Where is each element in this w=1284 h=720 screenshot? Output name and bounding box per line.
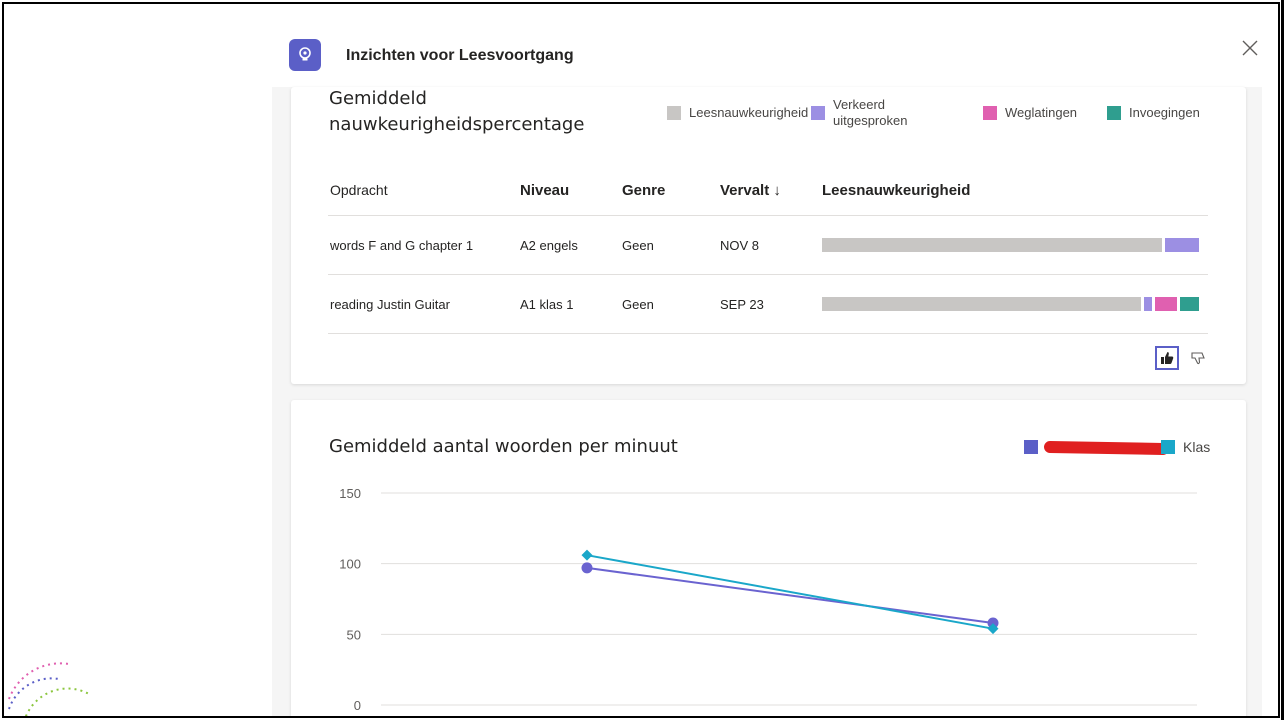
thumbs-down-button[interactable] [1189, 349, 1207, 367]
y-tick-label: 150 [339, 486, 361, 501]
accuracy-card-title: Gemiddeld nauwkeurigheidspercentage [329, 88, 585, 135]
thumbs-down-icon [1191, 352, 1205, 365]
level-value: A2 engels [520, 237, 578, 253]
accuracy-bar[interactable] [822, 297, 1202, 311]
legend-swatch [811, 106, 825, 120]
column-header-level[interactable]: Niveau [520, 182, 622, 199]
table-row[interactable]: words F and G chapter 1 A2 engels Geen N… [328, 216, 1208, 275]
column-header-due[interactable]: Vervalt ↓ [720, 182, 822, 199]
legend-swatch [667, 105, 681, 120]
y-tick-label: 0 [354, 698, 361, 713]
accuracy-bar[interactable] [822, 238, 1202, 252]
data-point [581, 562, 593, 574]
genre-value: Geen [622, 296, 654, 312]
assignment-name: words F and G chapter 1 [330, 237, 474, 253]
accuracy-segment-omissions [1155, 297, 1178, 311]
y-tick-label: 100 [339, 557, 361, 572]
legend-item-accuracy: Leesnauwkeurigheid [667, 105, 808, 120]
legend-label: Leesnauwkeurigheid [689, 105, 809, 120]
accuracy-segment-mispronounced [1165, 238, 1199, 252]
wpm-line-chart: 050100150SEP 23NOV 8 [339, 486, 1197, 713]
legend-swatch [1107, 105, 1121, 120]
series-line [586, 554, 994, 630]
column-header-genre[interactable]: Genre [622, 182, 720, 199]
column-header-assignment[interactable]: Opdracht [328, 182, 520, 198]
level-value: A1 klas 1 [520, 296, 574, 312]
series-line [586, 566, 994, 625]
wpm-card: Gemiddeld aantal woorden per minuut D Kl… [291, 400, 1246, 716]
legend-item-mispronounced: Verkeerd uitgesproken [811, 97, 941, 129]
legend-label: Verkeerd uitgesproken [833, 97, 908, 128]
assignments-table: Opdracht Niveau Genre Vervalt ↓ Leesnauw… [328, 165, 1208, 334]
accuracy-segment-accuracy [822, 238, 1163, 252]
y-tick-label: 50 [347, 627, 361, 642]
dialog-frame: Inzichten voor Leesvoortgang Gemiddeld n… [2, 2, 1280, 718]
assignment-name: reading Justin Guitar [330, 296, 450, 312]
genre-value: Geen [622, 237, 654, 253]
thumbs-up-icon [1161, 352, 1174, 364]
due-value: SEP 23 [720, 296, 764, 312]
due-value: NOV 8 [720, 237, 760, 253]
legend-item-insertions: Invoegingen [1107, 105, 1200, 120]
column-header-accuracy[interactable]: Leesnauwkeurigheid [822, 182, 1208, 199]
decorative-dots [8, 662, 90, 716]
close-icon [1242, 40, 1258, 56]
table-header: Opdracht Niveau Genre Vervalt ↓ Leesnauw… [328, 165, 1208, 216]
legend-label: Weglatingen [1005, 105, 1078, 120]
legend-swatch [983, 105, 997, 120]
close-button[interactable] [1238, 36, 1262, 60]
thumbs-up-button[interactable] [1155, 346, 1179, 370]
lightbulb-icon [299, 47, 311, 61]
feedback-controls [1155, 346, 1207, 370]
legend-label: Invoegingen [1129, 105, 1200, 120]
table-row[interactable]: reading Justin Guitar A1 klas 1 Geen SEP… [328, 275, 1208, 334]
accuracy-card: Gemiddeld nauwkeurigheidspercentage Lees… [291, 87, 1246, 384]
legend-item-omissions: Weglatingen [983, 105, 1077, 120]
accuracy-segment-insertions [1180, 297, 1199, 311]
app-icon [289, 39, 321, 71]
data-point [581, 549, 593, 561]
dialog-title: Inzichten voor Leesvoortgang [346, 47, 574, 64]
accuracy-segment-mispronounced [1144, 297, 1152, 311]
accuracy-segment-accuracy [822, 297, 1142, 311]
